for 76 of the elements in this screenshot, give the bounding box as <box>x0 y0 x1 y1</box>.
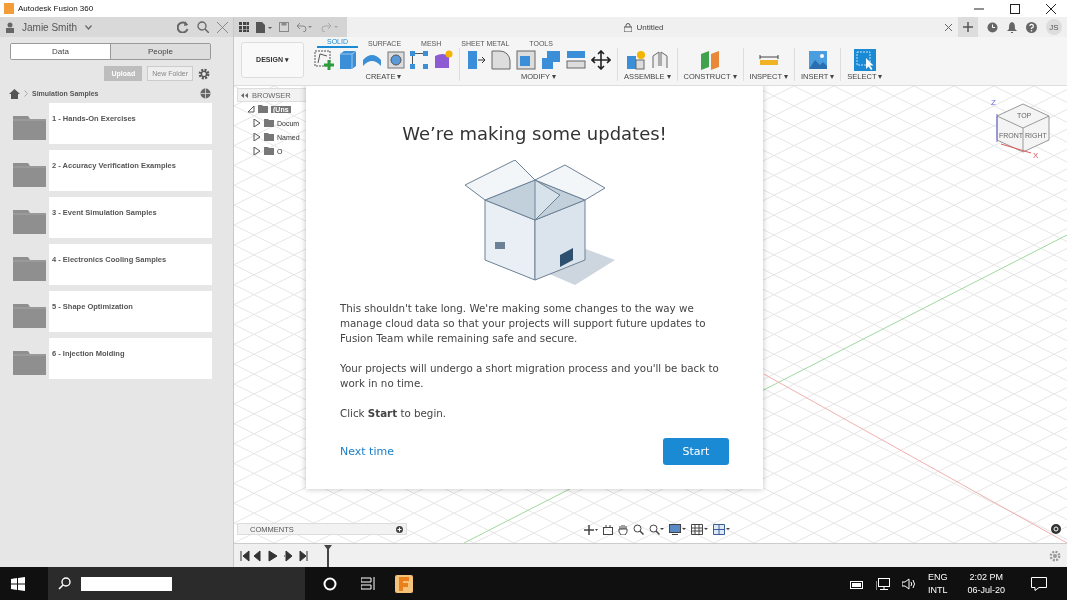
form-icon[interactable] <box>433 50 453 70</box>
chevron-right-icon <box>24 90 28 97</box>
search-icon <box>58 577 71 590</box>
fusion-app-icon[interactable] <box>395 574 413 593</box>
fillet-icon[interactable] <box>491 50 511 70</box>
zoom-window-icon[interactable] <box>649 524 664 535</box>
dialog-title: We’re making some updates! <box>402 123 667 144</box>
panel-tab[interactable]: People <box>110 44 210 59</box>
refresh-icon[interactable] <box>177 21 189 33</box>
display-settings-icon[interactable] <box>669 524 686 535</box>
maximize-icon[interactable] <box>1010 3 1020 14</box>
next-time-link[interactable]: Next time <box>340 445 394 458</box>
folder-icon <box>13 350 46 375</box>
select-icon[interactable] <box>853 49 876 71</box>
settings-icon[interactable] <box>198 67 210 80</box>
look-at-icon[interactable] <box>603 524 613 535</box>
pattern-icon[interactable] <box>410 51 428 69</box>
zoom-icon[interactable] <box>633 524 644 535</box>
battery-icon[interactable] <box>849 578 864 589</box>
apps-grid-icon[interactable] <box>239 22 249 32</box>
lock-icon <box>624 22 633 32</box>
task-view-icon[interactable] <box>361 577 377 590</box>
collapse-icon[interactable] <box>241 92 248 98</box>
plus-icon[interactable] <box>963 22 973 32</box>
combine-icon[interactable] <box>541 50 561 70</box>
language-indicator[interactable]: ENG INTL <box>927 570 948 597</box>
folder-icon <box>13 162 46 187</box>
viewports-icon[interactable] <box>713 524 730 535</box>
pan-hand-icon[interactable] <box>618 524 628 535</box>
home-icon[interactable] <box>9 88 20 99</box>
notifications-icon[interactable] <box>1031 576 1047 591</box>
add-comment-icon[interactable] <box>396 525 403 533</box>
panel-tab[interactable]: Data <box>11 44 110 59</box>
volume-icon[interactable] <box>901 577 916 590</box>
joint-icon[interactable] <box>650 50 669 70</box>
start-button[interactable]: Start <box>663 438 729 465</box>
revolve-icon[interactable] <box>362 52 382 68</box>
folder-icon <box>13 115 46 140</box>
file-menu-icon[interactable] <box>256 21 272 33</box>
sketch-icon[interactable] <box>314 50 334 70</box>
window-title: Autodesk Fusion 360 <box>18 4 94 13</box>
clock-icon[interactable] <box>987 21 998 33</box>
user-menu[interactable]: Jamie Smith <box>22 21 77 33</box>
press-pull-icon[interactable] <box>466 50 486 70</box>
orbit-icon[interactable] <box>584 524 598 535</box>
grid-settings-icon[interactable] <box>691 524 708 535</box>
dialog-paragraph: This shouldn't take long. We're making some changes to the way we manage cloud data so that your projects will support future updates to Fusion Team while remaining safe and secure. <box>340 301 707 346</box>
close-icon[interactable] <box>1046 3 1056 14</box>
split-body-icon[interactable] <box>566 50 586 70</box>
new-component-icon[interactable] <box>625 50 646 70</box>
move-icon[interactable] <box>591 50 611 70</box>
app-logo-icon <box>4 3 14 14</box>
globe-icon[interactable] <box>200 88 211 99</box>
taskbar-search-field[interactable] <box>48 567 305 600</box>
shell-icon[interactable] <box>516 50 536 70</box>
timeline-marker-icon[interactable] <box>324 544 332 567</box>
hole-icon[interactable] <box>387 51 405 69</box>
help-icon[interactable] <box>1026 21 1037 33</box>
folder-icon <box>13 209 46 234</box>
chevron-down-icon[interactable] <box>85 24 92 30</box>
image-icon[interactable] <box>808 51 827 69</box>
box-icon[interactable] <box>339 50 357 70</box>
folder-icon <box>13 256 46 281</box>
network-icon[interactable] <box>875 577 890 590</box>
cortana-icon[interactable] <box>323 576 337 591</box>
bell-icon[interactable] <box>1007 21 1017 33</box>
person-icon <box>6 21 14 33</box>
close-tab-icon[interactable] <box>945 23 952 31</box>
folder-icon <box>13 303 46 328</box>
document-tab[interactable]: Untitled <box>347 17 958 37</box>
dialog-paragraph: Your projects will undergo a short migration process and you'll be back to work in no time. <box>340 361 720 391</box>
search-icon[interactable] <box>197 21 209 33</box>
offset-plane-icon[interactable] <box>699 50 722 70</box>
dialog-paragraph: Click Start to begin. <box>340 406 448 421</box>
taskbar-clock[interactable]: 2:02 PM 06-Jul-20 <box>967 570 1005 597</box>
user-avatar[interactable]: JS <box>1046 19 1062 35</box>
